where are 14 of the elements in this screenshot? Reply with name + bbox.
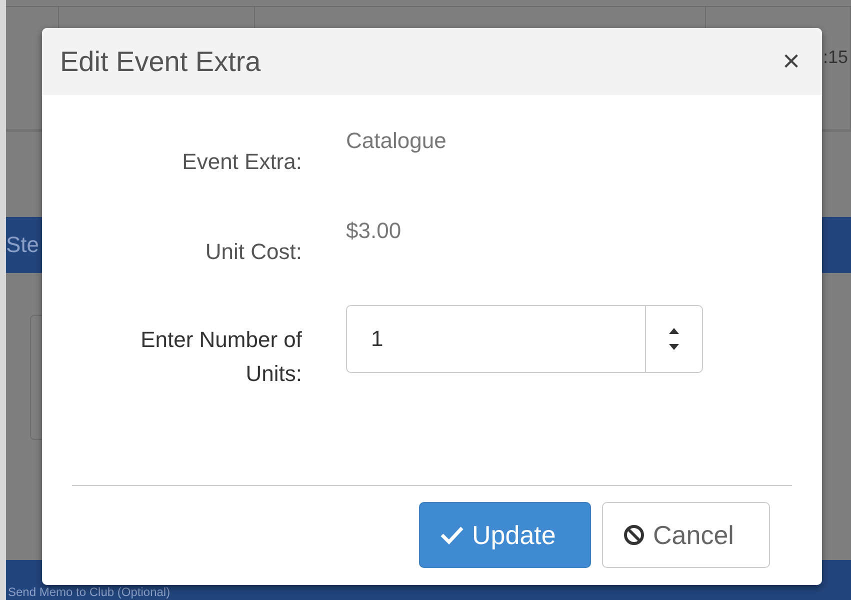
check-icon [440, 525, 464, 545]
table-cell: :15 [823, 47, 848, 68]
field-label: Event Extra: [181, 148, 302, 176]
field-label: Unit Cost: [204, 238, 302, 266]
close-button[interactable]: × [778, 44, 804, 78]
spinner-icon[interactable] [645, 305, 703, 373]
ban-icon [623, 524, 645, 546]
field-value: Catalogue [346, 127, 446, 155]
field-label: Enter Number of Units: [140, 326, 302, 388]
update-button[interactable]: Update [419, 502, 591, 568]
cancel-button[interactable]: Cancel [602, 502, 770, 568]
dialog-title: Edit Event Extra [60, 46, 261, 78]
field-value: $3.00 [346, 217, 402, 245]
number-field[interactable]: 1 [346, 305, 645, 373]
